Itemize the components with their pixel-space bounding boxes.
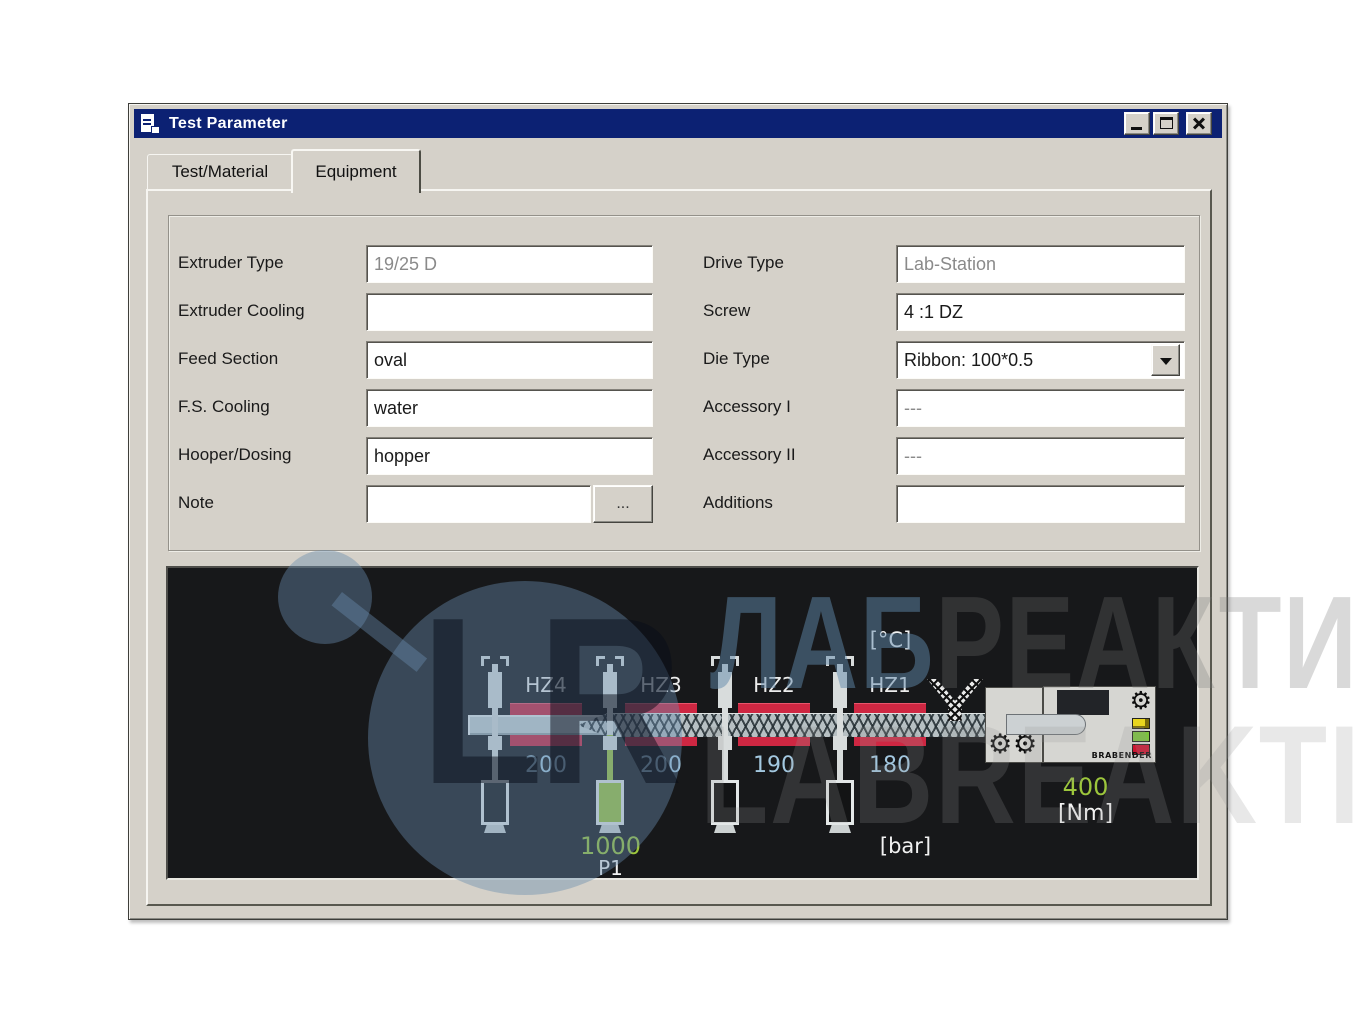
die-type-combobox[interactable] [896, 341, 1185, 379]
tab-equipment[interactable]: Equipment [291, 149, 421, 193]
note-label: Note [178, 493, 214, 513]
temperature-unit-label: [°C] [843, 628, 938, 652]
minimize-button[interactable] [1124, 112, 1150, 135]
field-row-hooper-dosing: Hooper/Dosing [178, 437, 670, 475]
field-row-extruder-type: Extruder Type [178, 245, 670, 283]
fs-cooling-label: F.S. Cooling [178, 397, 270, 417]
screw-shank [1006, 714, 1086, 735]
gear-icon: ⚙ [1013, 731, 1037, 758]
field-row-accessory-1: Accessory I [703, 389, 1203, 427]
fs-cooling-input[interactable] [366, 389, 653, 427]
extruder-type-input[interactable] [366, 245, 653, 283]
field-row-feed-section: Feed Section [178, 341, 670, 379]
field-row-drive-type: Drive Type [703, 245, 1203, 283]
minimize-icon [1131, 127, 1142, 130]
temperature-sensor [707, 656, 743, 834]
screw-label: Screw [703, 301, 750, 321]
zone-temperature: 200 [500, 753, 592, 778]
window-controls [1121, 112, 1212, 135]
field-row-fs-cooling: F.S. Cooling [178, 389, 670, 427]
field-row-accessory-2: Accessory II [703, 437, 1203, 475]
tab-test-material-label: Test/Material [172, 162, 268, 182]
close-button[interactable] [1186, 112, 1212, 135]
heater-zone-label: HZ3 [625, 673, 697, 697]
heater-zone-label: HZ1 [854, 673, 926, 697]
document-icon [140, 113, 160, 134]
note-input[interactable] [366, 485, 591, 523]
torque-unit-label: [Nm] [1023, 801, 1148, 826]
feed-section-input[interactable] [366, 341, 653, 379]
accessory-2-label: Accessory II [703, 445, 796, 465]
gear-icon: ⚙ [1130, 687, 1152, 714]
drive-display [1057, 690, 1109, 715]
accessory-2-input[interactable] [896, 437, 1185, 475]
window-title: Test Parameter [169, 115, 288, 133]
field-row-die-type: Die Type [703, 341, 1203, 379]
gear-icon: ⚙ [988, 731, 1012, 758]
additions-input[interactable] [896, 485, 1185, 523]
extruder-cooling-label: Extruder Cooling [178, 301, 305, 321]
title-bar: Test Parameter [134, 109, 1222, 138]
field-row-note: Note ... [178, 485, 670, 523]
extruder-schematic-panel: [°C] HZ4 200 HZ3 200 HZ2 190 HZ1 180 [166, 566, 1199, 880]
status-indicator-green [1132, 731, 1150, 742]
pressure-sensor-p1 [592, 656, 628, 834]
equipment-tab-panel: Extruder Type Extruder Cooling Feed Sect… [146, 189, 1212, 906]
chevron-down-icon [1160, 358, 1172, 371]
zone-temperature: 200 [615, 753, 707, 778]
extruder-cooling-input[interactable] [366, 293, 653, 331]
field-row-extruder-cooling: Extruder Cooling [178, 293, 670, 331]
close-icon [1187, 113, 1211, 134]
die-type-label: Die Type [703, 349, 770, 369]
feed-section-label: Feed Section [178, 349, 278, 369]
note-more-button[interactable]: ... [593, 485, 653, 523]
die-type-dropdown-button[interactable] [1151, 344, 1180, 376]
test-parameter-dialog: Test Parameter Test/Material Equipment E… [128, 103, 1228, 920]
hooper-dosing-label: Hooper/Dosing [178, 445, 291, 465]
pressure-unit-label: [bar] [858, 834, 953, 858]
pressure-label: P1 [548, 856, 673, 880]
brand-label: BRABENDER [1092, 751, 1152, 760]
maximize-icon [1160, 117, 1173, 129]
heater-zone-label: HZ2 [738, 673, 810, 697]
extruder-screw [578, 713, 1013, 737]
extruder-type-label: Extruder Type [178, 253, 284, 273]
tab-test-material[interactable]: Test/Material [147, 154, 293, 190]
maximize-button[interactable] [1153, 112, 1179, 135]
temperature-sensor [822, 656, 858, 834]
screw-input[interactable] [896, 293, 1185, 331]
hooper-dosing-input[interactable] [366, 437, 653, 475]
field-row-additions: Additions [703, 485, 1203, 523]
tab-equipment-label: Equipment [315, 162, 396, 182]
drive-type-input[interactable] [896, 245, 1185, 283]
torque-value: 400 [1023, 773, 1148, 801]
additions-label: Additions [703, 493, 773, 513]
accessory-1-label: Accessory I [703, 397, 791, 417]
heater-zone-label: HZ4 [510, 673, 582, 697]
drive-type-label: Drive Type [703, 253, 784, 273]
field-row-screw: Screw [703, 293, 1203, 331]
accessory-1-input[interactable] [896, 389, 1185, 427]
status-indicator-yellow [1132, 718, 1150, 729]
temperature-sensor [477, 656, 513, 834]
